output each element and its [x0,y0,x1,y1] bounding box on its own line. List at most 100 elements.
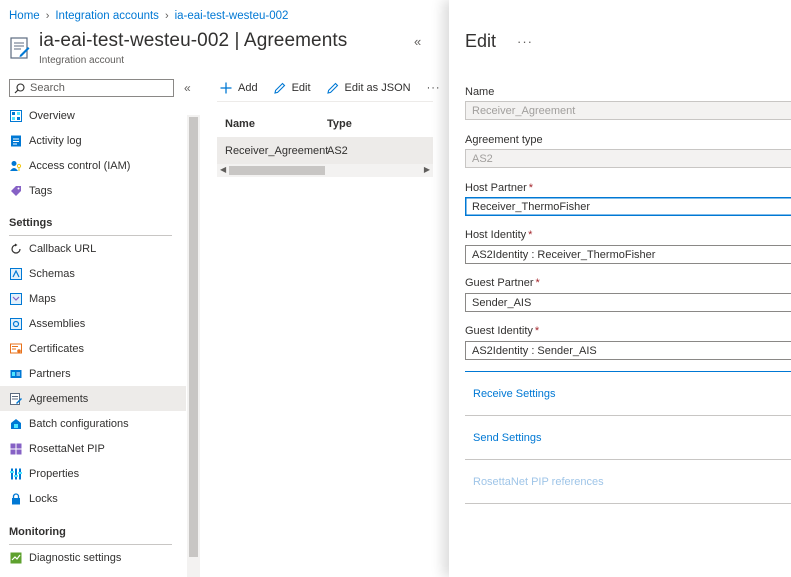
sidebar-item-callback-url[interactable]: Callback URL [0,236,186,261]
monitoring-section-header: Monitoring [9,526,66,538]
edit-button-label: Edit [291,82,311,94]
collapse-panel-icon[interactable]: « [414,34,421,49]
sidebar-item-label: Tags [29,184,53,197]
sidebar-item-label: Callback URL [29,242,97,255]
sidebar-item-label: Diagnostic settings [29,551,122,564]
sidebar-item-tags[interactable]: Tags [0,178,186,203]
sidebar-item-label: Maps [29,292,56,305]
sidebar-item-activity-log[interactable]: Activity log [0,128,186,153]
required-marker: * [528,182,534,194]
sidebar-item-properties[interactable]: Properties [0,461,186,486]
row-type-cell: AS2 [327,145,348,157]
scrollbar-thumb[interactable] [229,166,325,175]
sidebar-item-label: RosettaNet PIP [29,442,105,455]
settings-section-header: Settings [9,217,53,229]
scroll-right-icon[interactable]: ▶ [424,165,430,174]
required-marker: * [534,325,540,337]
sidebar-item-label: Schemas [29,267,75,280]
sidebar-item-label: Batch configurations [29,417,129,430]
sidebar-item-maps[interactable]: Maps [0,286,186,311]
more-options-icon[interactable]: ··· [427,82,441,94]
agreement-type-field [465,149,791,168]
partners-icon [9,367,22,380]
required-marker: * [535,277,540,289]
edit-as-json-button[interactable]: Edit as JSON [326,82,411,94]
scrollbar-thumb[interactable] [189,117,198,557]
sidebar-item-locks[interactable]: Locks [0,486,186,511]
diagnostic-icon [9,551,22,564]
more-options-icon[interactable]: ··· [517,34,533,49]
sidebar-item-diagnostic-settings[interactable]: Diagnostic settings [0,545,186,570]
certificate-icon [9,342,22,355]
sidebar-item-access-control[interactable]: Access control (IAM) [0,153,186,178]
agreements-page-icon [10,37,30,59]
sidebar-item-label: Access control (IAM) [29,159,131,172]
scroll-left-icon[interactable]: ◀ [220,165,226,174]
rosettanet-icon [9,442,22,455]
search-icon [14,82,25,93]
sidebar-scrollbar[interactable] [187,115,200,577]
guest-partner-field[interactable] [465,293,791,312]
pencil-icon [273,82,285,94]
host-identity-field[interactable] [465,245,791,264]
name-field [465,101,791,120]
sidebar-item-label: Partners [29,367,71,380]
plus-icon [220,82,232,94]
table-row[interactable]: Receiver_Agreement AS2 [217,138,433,164]
sidebar-item-label: Locks [29,492,58,505]
host-partner-field[interactable] [465,197,791,216]
chevron-right-icon: › [164,10,169,22]
collapse-menu-icon[interactable]: « [184,81,191,95]
guest-identity-label: Guest Identity * [465,325,540,337]
sidebar-item-label: Certificates [29,342,85,355]
schemas-icon [9,267,22,280]
grid-horizontal-scrollbar[interactable]: ◀ ▶ [217,164,433,177]
breadcrumb-account[interactable]: ia-eai-test-westeu-002 [175,10,289,22]
assemblies-icon [9,317,22,330]
chevron-right-icon: › [45,10,50,22]
add-button-label: Add [238,82,258,94]
edit-as-json-label: Edit as JSON [344,82,411,94]
sidebar-item-label: Agreements [29,392,89,405]
edit-panel: Edit ··· Name Agreement type Host Partne… [449,0,791,577]
column-header-type[interactable]: Type [327,118,427,130]
add-button[interactable]: Add [220,82,258,94]
sidebar-item-label: Overview [29,109,75,122]
sidebar-item-rosettanet-pip[interactable]: RosettaNet PIP [0,436,186,461]
sidebar-item-label: Assemblies [29,317,86,330]
access-control-icon [9,159,22,172]
host-identity-label: Host Identity * [465,229,533,241]
receive-settings-section[interactable]: Receive Settings [465,371,791,415]
section-divider [465,503,791,504]
search-input[interactable] [30,82,170,94]
breadcrumb-home[interactable]: Home [9,10,40,22]
sidebar-item-assemblies[interactable]: Assemblies [0,311,186,336]
agreements-grid: Name Type Receiver_Agreement AS2 [217,110,433,164]
tag-icon [9,184,22,197]
properties-icon [9,467,22,480]
sidebar-item-schemas[interactable]: Schemas [0,261,186,286]
command-bar: Add Edit Edit as JSON ··· [220,80,441,96]
grid-header: Name Type [217,110,433,138]
sidebar-item-certificates[interactable]: Certificates [0,336,186,361]
sidebar-item-batch-configurations[interactable]: Batch configurations [0,411,186,436]
sidebar-item-partners[interactable]: Partners [0,361,186,386]
sidebar-item-agreements[interactable]: Agreements [0,386,186,411]
activity-log-icon [9,134,22,147]
callback-icon [9,242,22,255]
page-title: ia-eai-test-westeu-002 | Agreements [39,30,348,51]
page-subtitle: Integration account [39,55,125,66]
overview-icon [9,109,22,122]
row-name-cell: Receiver_Agreement [225,145,329,157]
pencil-icon [326,82,338,94]
column-header-name[interactable]: Name [217,118,327,130]
edit-button[interactable]: Edit [273,82,311,94]
rosettanet-pip-references-section[interactable]: RosettaNet PIP references [465,459,791,503]
agreement-type-label: Agreement type [465,134,543,146]
maps-icon [9,292,22,305]
breadcrumb-integration-accounts[interactable]: Integration accounts [55,10,159,22]
send-settings-section[interactable]: Send Settings [465,415,791,459]
sidebar-item-overview[interactable]: Overview [0,103,186,128]
search-box[interactable] [9,79,174,97]
guest-identity-field[interactable] [465,341,791,360]
